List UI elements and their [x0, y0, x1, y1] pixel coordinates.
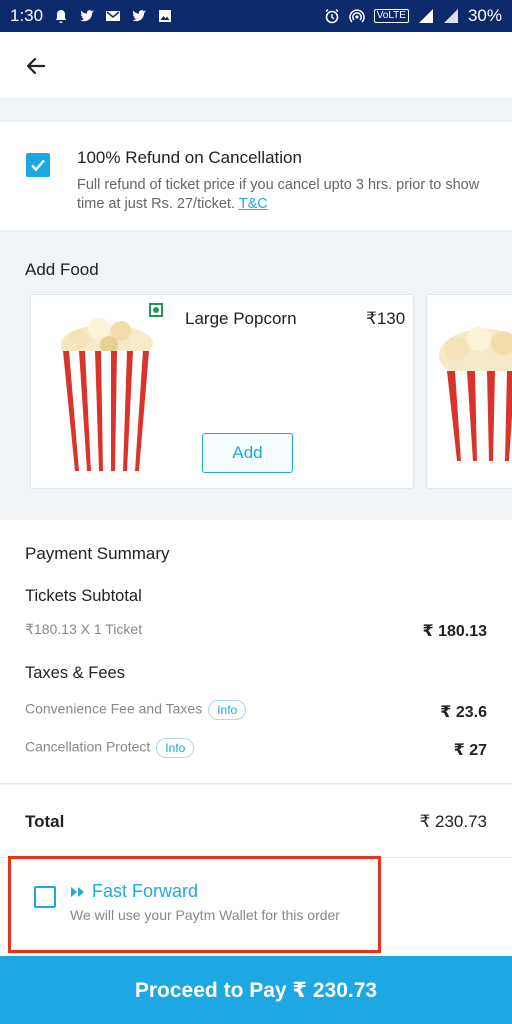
- tickets-subtotal-heading: Tickets Subtotal: [25, 587, 142, 605]
- taxes-fees-heading: Taxes & Fees: [25, 664, 125, 682]
- cancellation-protect-label: Cancellation Protect: [25, 738, 151, 755]
- fast-forward-subtitle: We will use your Paytm Wallet for this o…: [70, 907, 340, 923]
- food-item-price: ₹130: [366, 309, 406, 328]
- alarm-bell-icon: [56, 10, 67, 23]
- terms-link[interactable]: T&C: [239, 196, 268, 212]
- refund-description-text: Full refund of ticket price if you cance…: [77, 177, 480, 212]
- refund-title: 100% Refund on Cancellation: [77, 148, 302, 167]
- divider: [0, 783, 512, 784]
- image-icon: [159, 10, 172, 22]
- fast-forward-title-row[interactable]: Fast Forward: [70, 881, 198, 902]
- payment-summary-title: Payment Summary: [25, 544, 170, 563]
- convenience-fee-label: Convenience Fee and Taxes: [25, 700, 203, 717]
- twitter-icon-2: [132, 10, 147, 22]
- status-time: 1:30: [10, 6, 44, 25]
- refund-description: Full refund of ticket price if you cance…: [77, 176, 487, 214]
- volte-badge: VoLTE: [373, 9, 409, 23]
- signal-icon: [443, 9, 458, 23]
- cancellation-protect-value: ₹ 27: [453, 742, 487, 759]
- arrow-left-icon: [26, 57, 46, 75]
- add-food-button[interactable]: Add: [202, 433, 293, 473]
- alarm-clock-icon: [325, 9, 339, 24]
- battery-percent: 30%: [467, 6, 502, 25]
- convenience-fee-row: Convenience Fee and Taxes Info: [25, 700, 247, 720]
- fast-forward-title: Fast Forward: [92, 881, 199, 901]
- back-button[interactable]: [20, 50, 52, 82]
- app-header: [0, 32, 512, 102]
- fast-forward-checkbox[interactable]: [34, 886, 56, 908]
- signal-4g-icon: [418, 9, 433, 23]
- status-bar: 1:30 VoLTE 30%: [0, 0, 512, 32]
- convenience-info-button[interactable]: Info: [208, 700, 247, 720]
- add-food-title: Add Food: [25, 260, 99, 279]
- refund-checkbox[interactable]: [26, 153, 50, 177]
- ticket-line-value: ₹ 180.13: [422, 623, 487, 640]
- convenience-fee-value: ₹ 23.6: [440, 704, 487, 721]
- food-card-partial[interactable]: [426, 294, 512, 489]
- popcorn-image: [55, 318, 159, 471]
- food-item-name: Large Popcorn: [185, 309, 297, 328]
- popcorn-bucket-image: [439, 327, 512, 461]
- header-divider: [0, 98, 512, 106]
- cancellation-protect-row: Cancellation Protect Info: [25, 738, 195, 758]
- gmail-icon: [106, 11, 121, 21]
- fast-forward-icon: [71, 886, 84, 897]
- total-value: ₹ 230.73: [419, 812, 487, 831]
- check-icon: [31, 159, 45, 172]
- veg-icon: [149, 303, 163, 317]
- total-label: Total: [25, 812, 65, 831]
- cancellation-info-button[interactable]: Info: [156, 738, 195, 758]
- ticket-line-label: ₹180.13 X 1 Ticket: [25, 621, 143, 637]
- proceed-to-pay-button[interactable]: Proceed to Pay ₹ 230.73: [0, 956, 512, 1024]
- twitter-icon: [80, 10, 95, 22]
- fast-forward-highlight: [8, 856, 381, 953]
- hotspot-icon: [349, 9, 365, 23]
